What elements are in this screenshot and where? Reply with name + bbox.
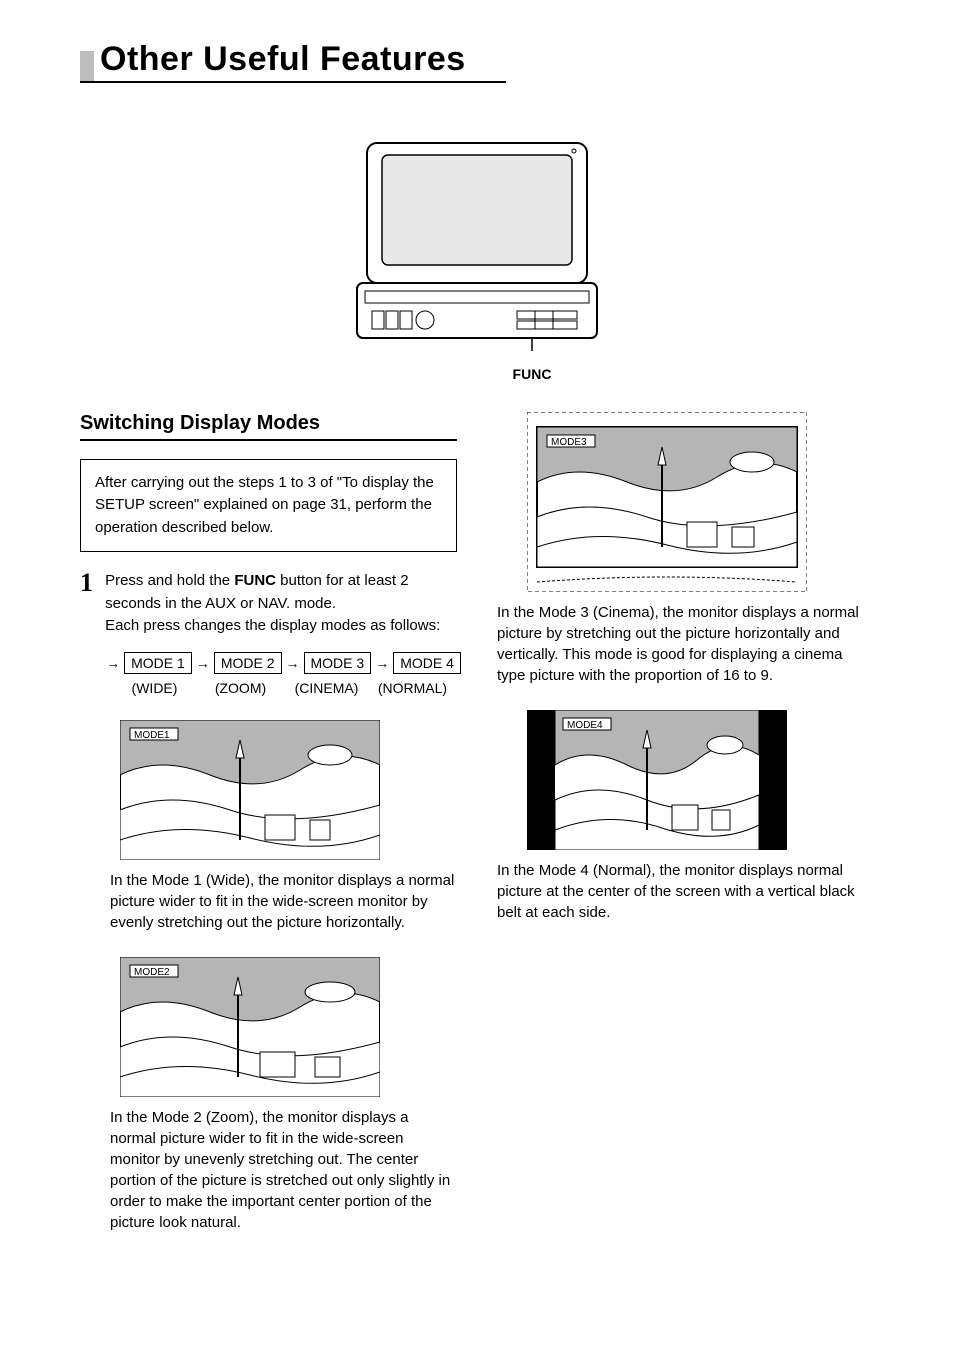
arrow-icon: → — [196, 655, 210, 671]
modes-row: → MODE 1 → MODE 2 → MODE 3 → MODE 4 — [110, 652, 457, 674]
step1-bold: FUNC — [234, 572, 276, 589]
mode3-illustration: MODE3 — [527, 412, 807, 592]
func-label: FUNC — [80, 366, 874, 382]
mode-box-3: MODE 3 — [304, 652, 372, 674]
mode1-label: MODE1 — [134, 730, 170, 741]
mode1-illustration: MODE1 — [120, 720, 380, 860]
monitor-icon — [347, 133, 607, 353]
step-number: 1 — [80, 570, 93, 596]
step-1: 1 Press and hold the FUNC button for at … — [80, 570, 457, 638]
page-title: Other Useful Features — [100, 40, 466, 78]
arrow-icon: → — [106, 655, 120, 671]
mode-box-2: MODE 2 — [214, 652, 282, 674]
section-heading: Switching Display Modes — [80, 412, 457, 441]
mode-sub-3: (CINEMA) — [286, 680, 368, 696]
mode3-label: MODE3 — [551, 437, 587, 448]
arrow-icon: → — [286, 655, 300, 671]
mode-box-1: MODE 1 — [124, 652, 192, 674]
mode-box-4: MODE 4 — [393, 652, 461, 674]
step1-line2: Each press changes the display modes as … — [105, 617, 440, 634]
mode2-desc: In the Mode 2 (Zoom), the monitor displa… — [110, 1107, 457, 1233]
note-box: After carrying out the steps 1 to 3 of "… — [80, 459, 457, 553]
mode4-desc: In the Mode 4 (Normal), the monitor disp… — [497, 860, 874, 923]
mode4-label: MODE4 — [567, 720, 603, 731]
device-illustration: FUNC — [80, 133, 874, 382]
arrow-icon: → — [375, 655, 389, 671]
mode-sub-1: (WIDE) — [114, 680, 196, 696]
step-body: Press and hold the FUNC button for at le… — [105, 570, 457, 638]
mode-sub-2: (ZOOM) — [200, 680, 282, 696]
mode-sub-4: (NORMAL) — [372, 680, 454, 696]
step1-pre: Press and hold the — [105, 572, 234, 589]
mode4-illustration: MODE4 — [527, 710, 787, 850]
page-title-wrap: Other Useful Features — [80, 40, 506, 83]
mode1-desc: In the Mode 1 (Wide), the monitor displa… — [110, 870, 457, 933]
modes-sub-row: (WIDE) (ZOOM) (CINEMA) (NORMAL) — [110, 680, 457, 696]
mode3-desc: In the Mode 3 (Cinema), the monitor disp… — [497, 602, 874, 686]
mode2-label: MODE2 — [134, 967, 170, 978]
title-accent — [80, 51, 94, 81]
mode2-illustration: MODE2 — [120, 957, 380, 1097]
